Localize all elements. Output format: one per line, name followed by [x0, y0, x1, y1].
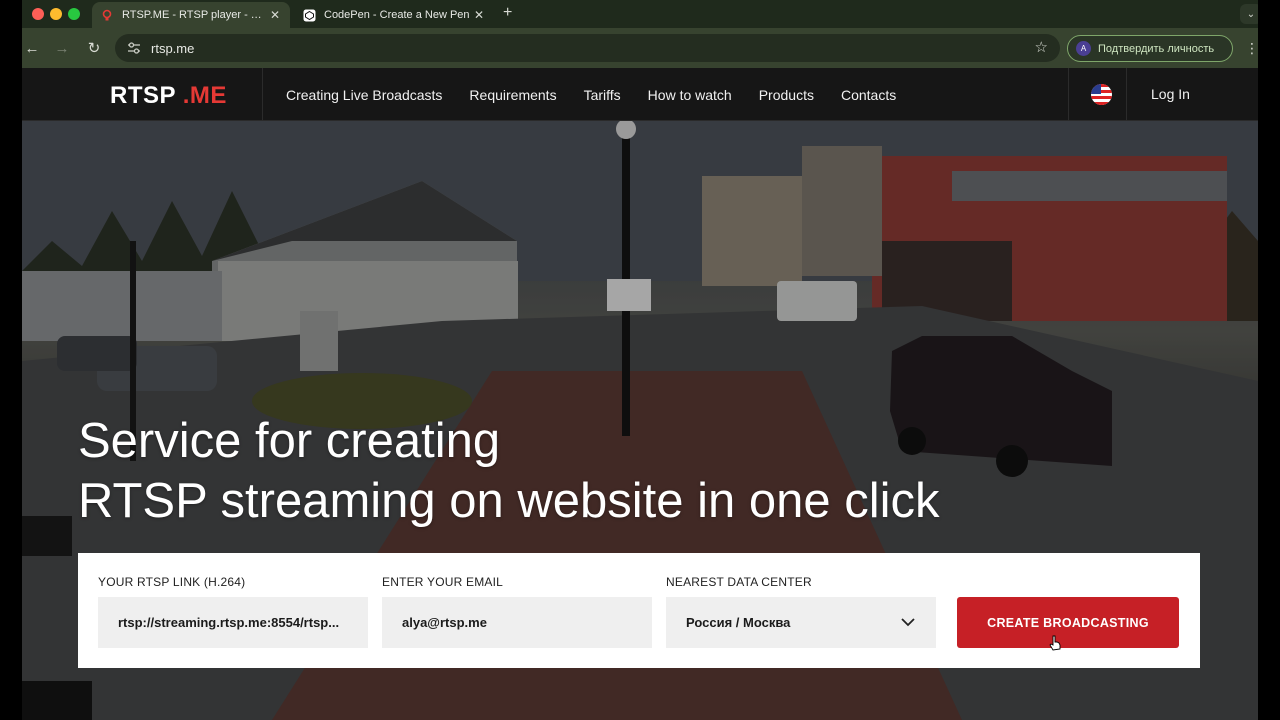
hero-title: Service for creating RTSP streaming on w…	[78, 411, 940, 531]
url-text: rtsp.me	[151, 40, 195, 56]
profile-verify-label: Подтвердить личность	[1098, 42, 1215, 55]
header-divider	[262, 68, 263, 121]
reload-icon[interactable]: ↻	[84, 38, 104, 58]
site-settings-icon[interactable]	[125, 39, 143, 57]
rtsp-link-input[interactable]: rtsp://streaming.rtsp.me:8554/rtsp...	[98, 597, 368, 648]
nav-item-how-to-watch[interactable]: How to watch	[648, 87, 732, 103]
close-window-button[interactable]	[32, 8, 44, 20]
chevron-down-icon	[901, 618, 915, 627]
bookmark-star-icon[interactable]: ☆	[1035, 38, 1048, 56]
header-divider	[1126, 68, 1127, 121]
logo-text-me: .ME	[182, 82, 227, 109]
frame-edge-right	[1258, 0, 1280, 720]
tab-rtspme[interactable]: RTSP.ME - RTSP player - The ✕	[92, 2, 290, 28]
datacenter-value: Россия / Москва	[686, 615, 791, 630]
maximize-window-button[interactable]	[68, 8, 80, 20]
main-nav: Creating Live Broadcasts Requirements Ta…	[286, 68, 896, 121]
nav-item-products[interactable]: Products	[759, 87, 814, 103]
profile-verify-button[interactable]: A Подтвердить личность	[1067, 35, 1233, 62]
browser-tab-bar: RTSP.ME - RTSP player - The ✕ CodePen - …	[0, 0, 1280, 28]
address-bar[interactable]: rtsp.me ☆	[115, 34, 1060, 62]
forward-arrow-icon[interactable]: →	[52, 38, 72, 58]
hero-title-line1: Service for creating	[78, 414, 501, 468]
minimize-window-button[interactable]	[50, 8, 62, 20]
nav-item-contacts[interactable]: Contacts	[841, 87, 896, 103]
logo-text-rtsp: RTSP	[110, 82, 176, 109]
close-tab-icon[interactable]: ✕	[268, 8, 282, 22]
hero-title-line2: RTSP streaming on website in one click	[78, 474, 940, 528]
browser-toolbar: ← → ↻ rtsp.me ☆ A Подтвердить личность ⋮	[0, 28, 1280, 68]
profile-avatar: A	[1076, 41, 1091, 56]
create-broadcasting-button[interactable]: CREATE BROADCASTING	[957, 597, 1179, 648]
hand-cursor-icon	[1049, 635, 1061, 651]
tab-title: RTSP.ME - RTSP player - The	[122, 9, 268, 21]
frame-edge-left	[0, 0, 22, 720]
email-label: ENTER YOUR EMAIL	[382, 575, 504, 589]
email-input[interactable]: alya@rtsp.me	[382, 597, 652, 648]
login-link[interactable]: Log In	[1151, 86, 1190, 102]
tab-codepen[interactable]: CodePen - Create a New Pen ✕	[294, 2, 494, 28]
site-logo[interactable]: RTSP .ME	[110, 82, 227, 110]
new-tab-icon[interactable]: +	[503, 4, 512, 22]
datacenter-label: NEAREST DATA CENTER	[666, 575, 812, 589]
broadcast-form: YOUR RTSP LINK (H.264) rtsp://streaming.…	[78, 553, 1200, 668]
rtsp-link-label: YOUR RTSP LINK (H.264)	[98, 575, 246, 589]
rtspme-favicon-icon	[100, 8, 114, 22]
nav-item-tariffs[interactable]: Tariffs	[584, 87, 621, 103]
header-divider	[1068, 68, 1069, 121]
tab-title: CodePen - Create a New Pen	[324, 9, 470, 21]
browser-menu-icon[interactable]: ⋮	[1245, 40, 1259, 57]
codepen-favicon-icon	[302, 8, 316, 22]
us-flag-icon[interactable]	[1091, 84, 1112, 105]
close-tab-icon[interactable]: ✕	[472, 8, 486, 22]
nav-item-creating-live-broadcasts[interactable]: Creating Live Broadcasts	[286, 87, 442, 103]
site-header: RTSP .ME Creating Live Broadcasts Requir…	[22, 68, 1258, 121]
nav-item-requirements[interactable]: Requirements	[469, 87, 556, 103]
back-arrow-icon[interactable]: ←	[22, 38, 42, 58]
datacenter-select[interactable]: Россия / Москва	[666, 597, 936, 648]
